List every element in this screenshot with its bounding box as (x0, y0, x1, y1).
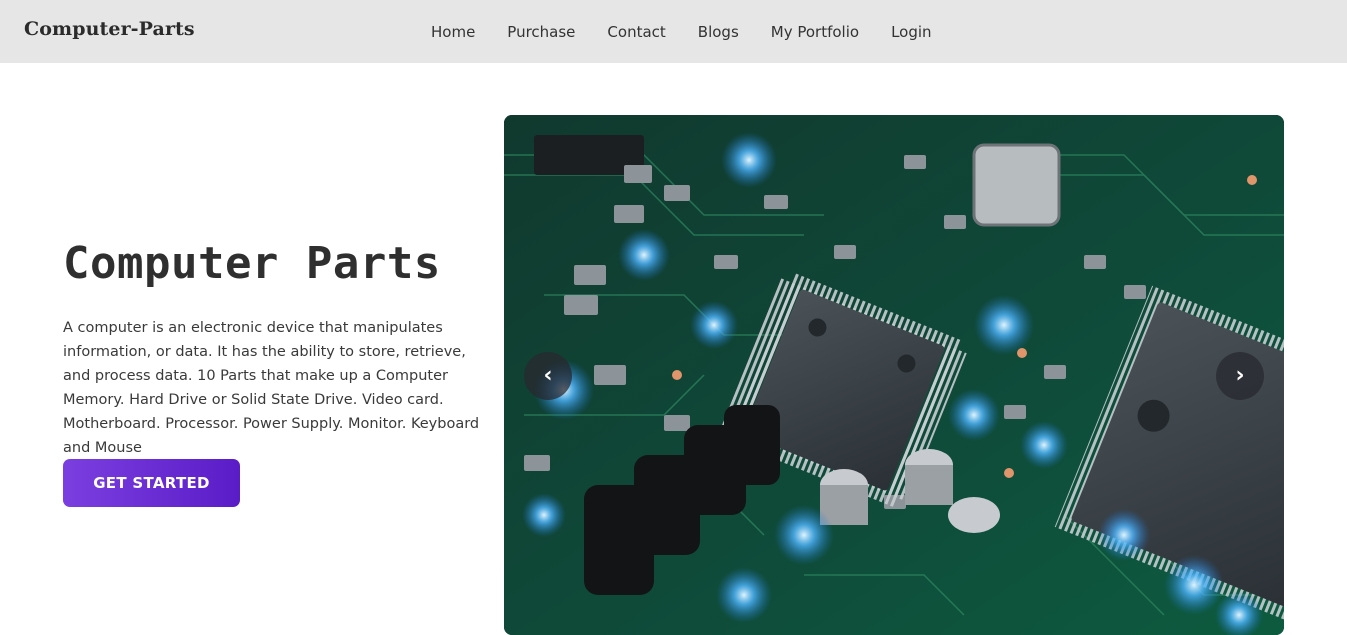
carousel-prev-button[interactable]: ‹ (524, 352, 572, 400)
hero-title: Computer Parts (63, 238, 441, 289)
navbar: Computer-Parts Home Purchase Contact Blo… (0, 0, 1347, 63)
nav-link-login[interactable]: Login (875, 23, 947, 41)
nav-link-blogs[interactable]: Blogs (682, 23, 755, 41)
carousel-next-button[interactable]: › (1216, 352, 1264, 400)
nav-link-my-portfolio[interactable]: My Portfolio (755, 23, 875, 41)
hero-carousel: ‹ › (504, 115, 1284, 635)
circuit-board-image (504, 115, 1284, 635)
nav-link-contact[interactable]: Contact (591, 23, 681, 41)
brand-logo[interactable]: Computer-Parts (24, 18, 195, 40)
nav-links: Home Purchase Contact Blogs My Portfolio… (415, 0, 948, 63)
nav-link-home[interactable]: Home (415, 23, 491, 41)
get-started-button[interactable]: GET STARTED (63, 459, 240, 507)
nav-link-purchase[interactable]: Purchase (491, 23, 591, 41)
hero-description: A computer is an electronic device that … (63, 320, 480, 456)
